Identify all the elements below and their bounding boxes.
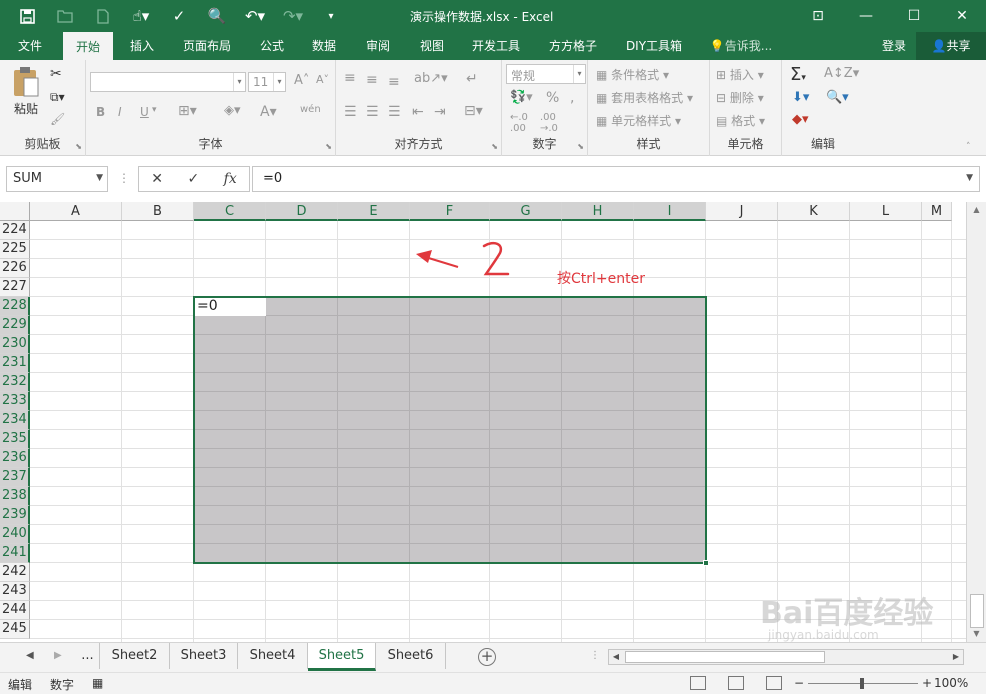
sheet-tab-sheet5[interactable]: Sheet5 bbox=[308, 643, 376, 671]
next-sheet-icon[interactable]: ▶ bbox=[54, 650, 62, 661]
status-bar: 编辑 数字 ▦ − + 100% bbox=[0, 672, 986, 694]
tab-splitter-grip-icon[interactable]: ⋮ bbox=[590, 650, 600, 661]
page-break-view-icon[interactable] bbox=[766, 676, 782, 690]
zoom-in-icon[interactable]: + bbox=[922, 676, 932, 690]
macro-record-icon[interactable]: ▦ bbox=[92, 676, 103, 690]
arrow-annotation-icon bbox=[416, 250, 459, 268]
horizontal-scrollbar[interactable]: ◀ ▶ bbox=[608, 649, 964, 665]
sheet-tab-sheet4[interactable]: Sheet4 bbox=[238, 643, 308, 669]
baidu-watermark: Bai百度经验 jingyan.baidu.com bbox=[760, 596, 934, 642]
status-numlock: 数字 bbox=[50, 678, 75, 692]
normal-view-icon[interactable] bbox=[690, 676, 706, 690]
more-sheets-button[interactable]: ... bbox=[76, 643, 100, 669]
zoom-out-icon[interactable]: − bbox=[794, 676, 804, 690]
annotation-number-mark bbox=[482, 241, 510, 276]
prev-sheet-icon[interactable]: ◀ bbox=[26, 650, 34, 661]
page-layout-view-icon[interactable] bbox=[728, 676, 744, 690]
zoom-level[interactable]: 100% bbox=[934, 676, 968, 690]
sheet-tab-sheet3[interactable]: Sheet3 bbox=[170, 643, 238, 669]
scroll-right-icon[interactable]: ▶ bbox=[949, 650, 963, 664]
sheet-tab-bar: ◀ ▶ ... Sheet2 Sheet3 Sheet4 Sheet5 Shee… bbox=[0, 642, 986, 672]
sheet-tab-sheet6[interactable]: Sheet6 bbox=[376, 643, 446, 669]
scroll-down-icon[interactable]: ▼ bbox=[967, 626, 986, 642]
vertical-scrollbar[interactable]: ▲ ▼ bbox=[966, 202, 986, 642]
add-sheet-icon[interactable]: + bbox=[478, 648, 496, 666]
scroll-left-icon[interactable]: ◀ bbox=[609, 650, 623, 664]
scroll-up-icon[interactable]: ▲ bbox=[967, 202, 986, 218]
horizontal-scroll-thumb[interactable] bbox=[625, 651, 825, 663]
zoom-slider-thumb[interactable] bbox=[860, 678, 864, 689]
status-mode: 编辑 bbox=[8, 678, 33, 692]
annotation-text: 按Ctrl+enter bbox=[557, 271, 645, 287]
sheet-tab-sheet2[interactable]: Sheet2 bbox=[100, 643, 170, 669]
vertical-scroll-thumb[interactable] bbox=[970, 594, 984, 628]
